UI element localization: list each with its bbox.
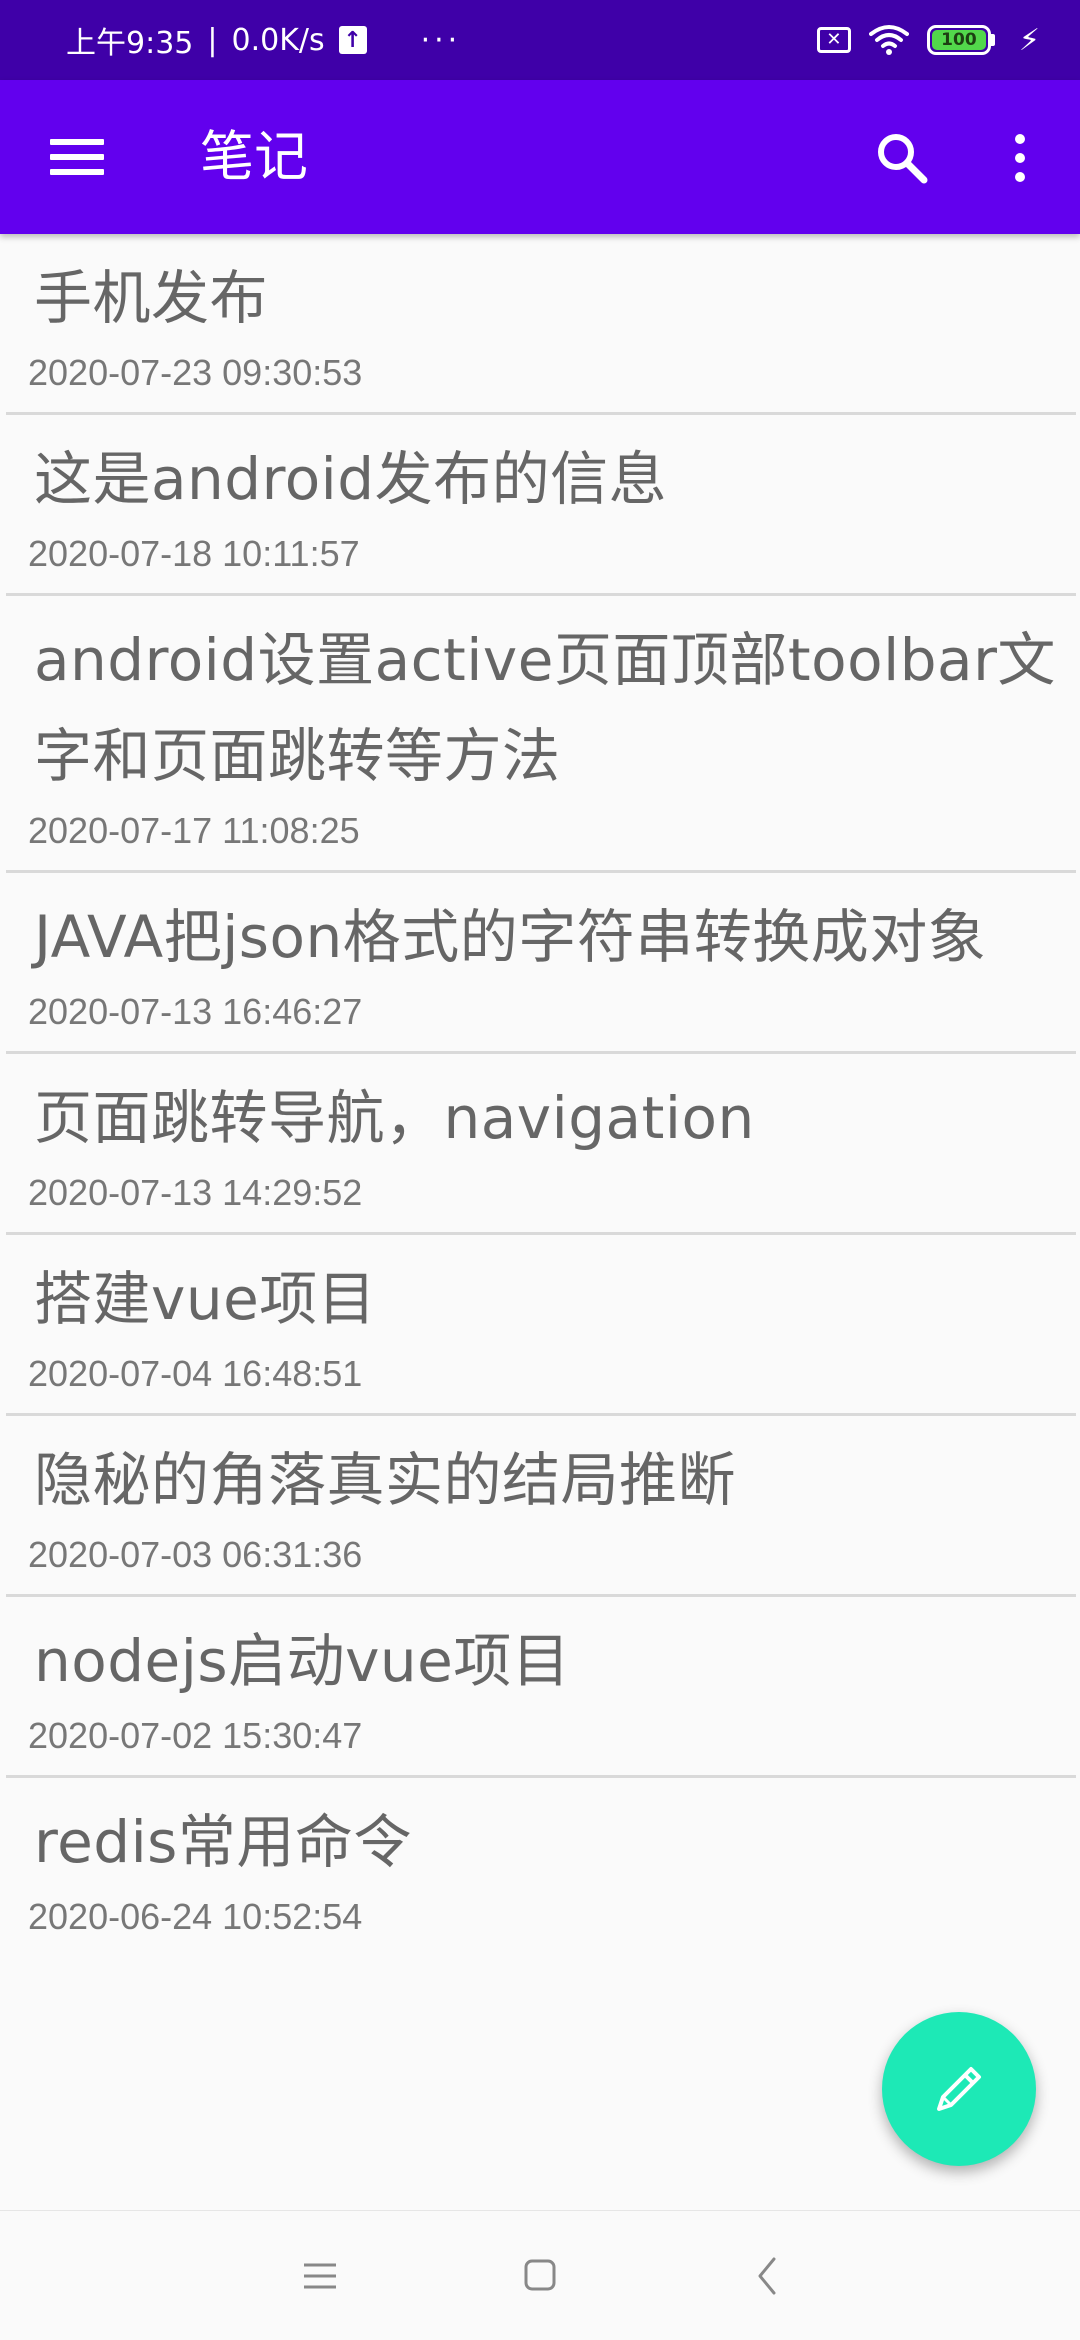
- note-date: 2020-07-04 16:48:51: [28, 1353, 363, 1394]
- list-item[interactable]: 这是android发布的信息 2020-07-18 10:11:57: [6, 415, 1076, 596]
- note-date: 2020-07-13 16:46:27: [28, 991, 363, 1032]
- note-title: 搭建vue项目: [34, 1265, 377, 1333]
- note-title: 隐秘的角落真实的结局推断: [34, 1446, 737, 1514]
- list-item[interactable]: android设置active页面顶部toolbar文字和页面跳转等方法 202…: [6, 596, 1076, 873]
- list-item[interactable]: 页面跳转导航，navigation 2020-07-13 14:29:52: [6, 1054, 1076, 1235]
- wifi-icon: [868, 25, 909, 55]
- pencil-icon: [937, 2067, 981, 2111]
- more-notifications-icon: ···: [420, 22, 462, 58]
- note-title: redis常用命令: [34, 1808, 412, 1876]
- list-item[interactable]: 搭建vue项目 2020-07-04 16:48:51: [6, 1235, 1076, 1416]
- status-left: 上午9:35 | 0.0K/s ↑ ···: [66, 18, 461, 62]
- status-time: 上午9:35: [66, 26, 194, 61]
- note-title: 手机发布: [34, 264, 269, 332]
- more-vertical-icon[interactable]: [1005, 128, 1035, 188]
- hamburger-menu-icon[interactable]: [50, 130, 104, 184]
- sim-off-icon: ✕: [816, 27, 851, 53]
- network-speed: 0.0K/s: [231, 22, 325, 58]
- list-item[interactable]: JAVA把json格式的字符串转换成对象 2020-07-13 16:46:27: [6, 873, 1076, 1054]
- system-nav-bar: [0, 2210, 1080, 2340]
- note-title: android设置active页面顶部toolbar文字和页面跳转等方法: [34, 626, 1056, 790]
- home-icon[interactable]: [510, 2251, 570, 2301]
- note-list: 手机发布 2020-07-23 09:30:53 这是android发布的信息 …: [0, 234, 1080, 1956]
- search-icon[interactable]: [874, 130, 930, 186]
- status-right: ✕ 100 ⚡: [816, 22, 1040, 58]
- note-title: nodejs启动vue项目: [34, 1627, 571, 1695]
- charging-bolt-icon: ⚡: [1018, 22, 1040, 58]
- list-item[interactable]: redis常用命令 2020-06-24 10:52:54: [6, 1778, 1076, 1956]
- note-date: 2020-07-02 15:30:47: [28, 1715, 363, 1756]
- battery-icon: 100: [926, 25, 995, 55]
- upload-arrow-icon: ↑: [338, 26, 367, 54]
- app-bar: 笔记: [0, 80, 1080, 234]
- note-title: JAVA把json格式的字符串转换成对象: [34, 903, 987, 971]
- note-date: 2020-07-03 06:31:36: [28, 1534, 363, 1575]
- note-date: 2020-07-13 14:29:52: [28, 1172, 363, 1213]
- note-date: 2020-07-23 09:30:53: [28, 352, 363, 393]
- recents-icon[interactable]: [290, 2251, 350, 2301]
- note-title: 页面跳转导航，navigation: [34, 1084, 755, 1152]
- list-item[interactable]: 手机发布 2020-07-23 09:30:53: [6, 234, 1076, 415]
- list-item[interactable]: nodejs启动vue项目 2020-07-02 15:30:47: [6, 1597, 1076, 1778]
- note-date: 2020-06-24 10:52:54: [28, 1896, 363, 1937]
- add-note-button[interactable]: [882, 2012, 1036, 2166]
- status-bar: 上午9:35 | 0.0K/s ↑ ··· ✕ 100 ⚡: [0, 0, 1080, 80]
- status-separator: |: [207, 22, 218, 58]
- list-item[interactable]: 隐秘的角落真实的结局推断 2020-07-03 06:31:36: [6, 1416, 1076, 1597]
- note-date: 2020-07-18 10:11:57: [28, 533, 360, 574]
- battery-level: 100: [931, 30, 986, 50]
- back-icon[interactable]: [738, 2251, 798, 2301]
- note-date: 2020-07-17 11:08:25: [28, 810, 360, 851]
- page-title: 笔记: [200, 125, 308, 188]
- note-title: 这是android发布的信息: [34, 445, 668, 513]
